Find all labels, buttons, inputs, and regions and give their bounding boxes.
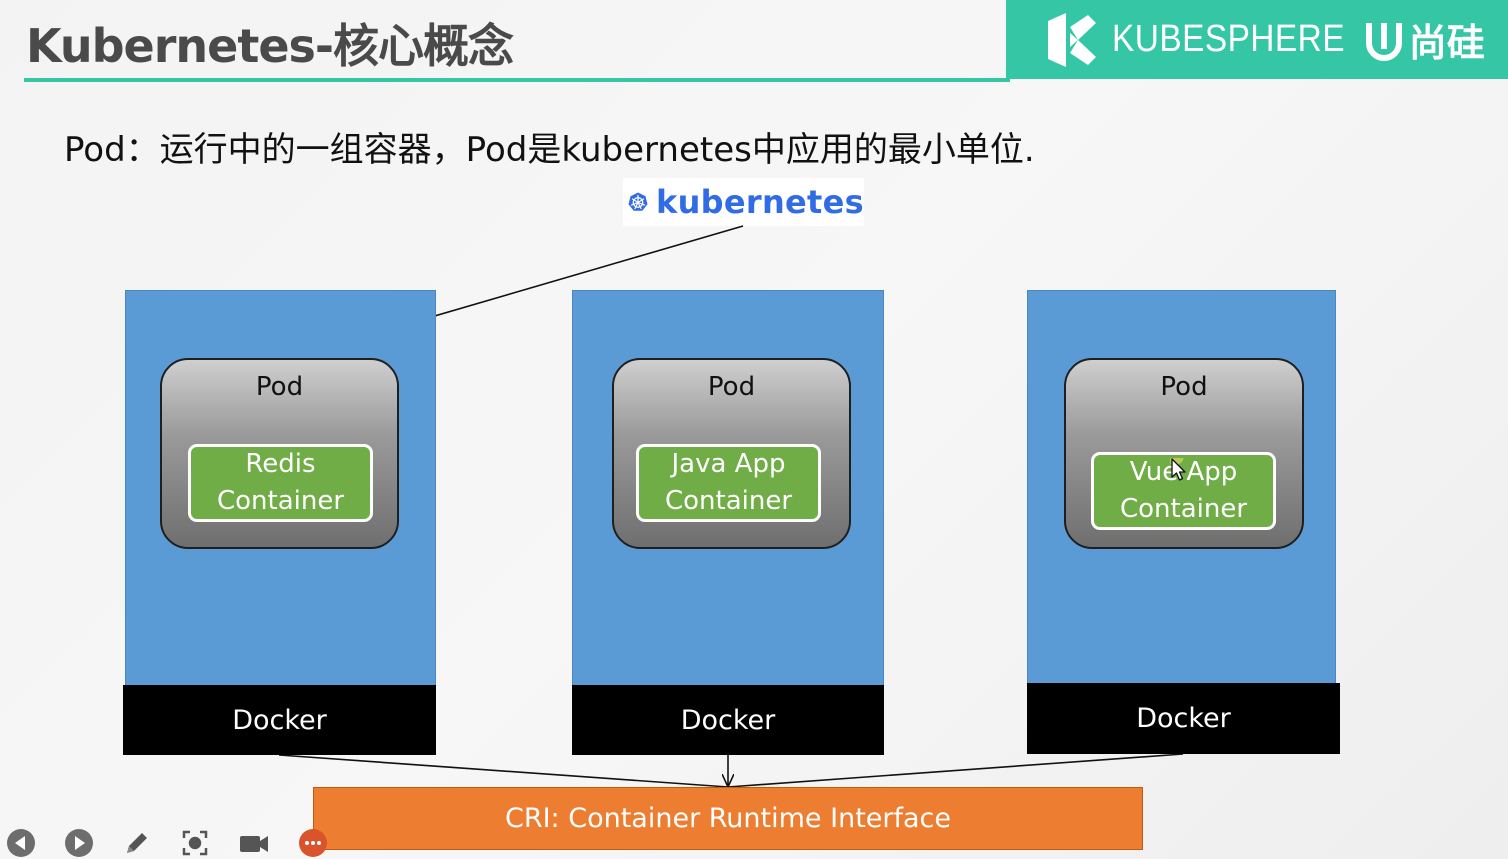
cri-bar: CRI: Container Runtime Interface — [313, 787, 1143, 850]
pod-label: Pod — [255, 372, 304, 402]
pod-2: Pod Java App Container — [612, 358, 851, 549]
docker-runtime-1: Docker — [123, 685, 436, 755]
pod-label: Pod — [1160, 372, 1208, 402]
presentation-toolbar — [0, 826, 350, 859]
screenshot-icon[interactable] — [180, 827, 210, 859]
more-icon[interactable] — [298, 827, 328, 859]
redis-container: Redis Container — [188, 444, 373, 522]
docker1-to-cri-line — [278, 754, 729, 788]
java-app-container: Java App Container — [636, 444, 821, 522]
previous-icon[interactable] — [6, 827, 36, 859]
docker-runtime-3: Docker — [1027, 683, 1340, 754]
camera-icon[interactable] — [238, 827, 270, 859]
pod-1: Pod Redis Container — [160, 358, 399, 549]
pod-3: Pod Vue App Container — [1064, 358, 1304, 549]
next-icon[interactable] — [64, 827, 94, 859]
mouse-cursor-icon — [1170, 458, 1186, 481]
pod-label: Pod — [707, 372, 756, 402]
docker3-to-cri-line — [727, 753, 1184, 788]
pen-icon[interactable] — [122, 827, 152, 859]
docker-runtime-2: Docker — [572, 685, 884, 755]
